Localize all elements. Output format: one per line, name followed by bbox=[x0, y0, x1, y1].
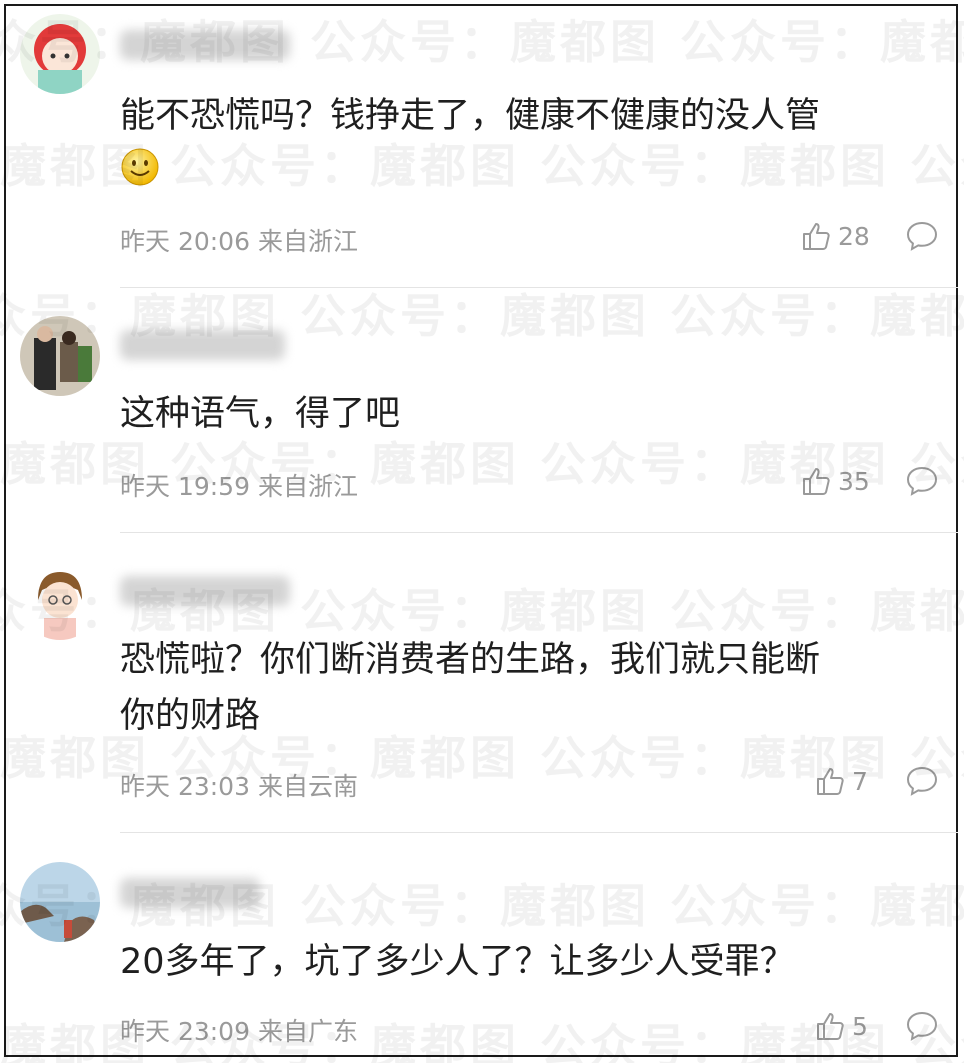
avatar[interactable] bbox=[20, 862, 100, 942]
comment-text: 能不恐慌吗？钱挣走了，健康不健康的没人管 bbox=[120, 96, 821, 136]
thumbs-up-icon bbox=[803, 223, 830, 250]
divider bbox=[120, 532, 958, 533]
comment-bubble-icon[interactable] bbox=[905, 765, 939, 797]
username-blurred[interactable] bbox=[120, 30, 290, 60]
comment-text: 这种语气，得了吧 bbox=[120, 394, 401, 434]
comment-text: 恐慌啦？你们断消费者的生路，我们就只能断 你的财路 bbox=[120, 632, 930, 744]
comment-text-line: 你的财路 bbox=[120, 696, 261, 736]
comment-text: 20多年了，坑了多少人了？让多少人受罪？ bbox=[120, 942, 795, 982]
comment-meta: 昨天 23:09 来自广东 bbox=[120, 1017, 358, 1046]
divider bbox=[120, 832, 958, 833]
smile-emoji-icon bbox=[121, 148, 159, 186]
like-button[interactable]: 7 bbox=[814, 765, 868, 797]
comment-text-line: 恐慌啦？你们断消费者的生路，我们就只能断 bbox=[120, 640, 821, 680]
username-blurred[interactable] bbox=[120, 330, 285, 360]
like-button[interactable]: 35 bbox=[800, 465, 870, 497]
like-button[interactable]: 28 bbox=[800, 220, 870, 252]
divider bbox=[120, 287, 958, 288]
comment-emoji-line bbox=[120, 138, 930, 194]
like-count: 5 bbox=[852, 1011, 868, 1041]
comment-bubble-icon[interactable] bbox=[905, 465, 939, 497]
like-count: 35 bbox=[838, 466, 870, 496]
thumbs-up-icon bbox=[817, 1013, 844, 1040]
avatar[interactable] bbox=[20, 560, 100, 640]
comment-bubble-icon[interactable] bbox=[905, 1010, 939, 1042]
thumbs-up-icon bbox=[803, 468, 830, 495]
avatar[interactable] bbox=[20, 14, 100, 94]
comment-bubble-icon[interactable] bbox=[905, 220, 939, 252]
username-blurred[interactable] bbox=[120, 878, 260, 908]
comment-meta: 昨天 20:06 来自浙江 bbox=[120, 227, 358, 256]
thumbs-up-icon bbox=[817, 768, 844, 795]
comment-meta: 昨天 23:03 来自云南 bbox=[120, 772, 358, 801]
username-blurred[interactable] bbox=[120, 576, 290, 606]
like-count: 28 bbox=[838, 221, 870, 251]
avatar[interactable] bbox=[20, 316, 100, 396]
like-button[interactable]: 5 bbox=[814, 1010, 868, 1042]
like-count: 7 bbox=[852, 766, 868, 796]
comment-meta: 昨天 19:59 来自浙江 bbox=[120, 472, 358, 501]
